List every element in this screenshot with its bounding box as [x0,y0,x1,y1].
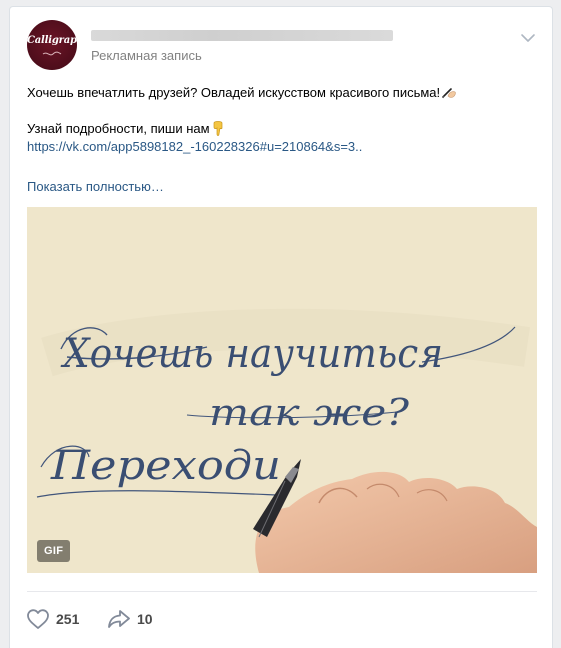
calligraphy-line-1: Хочешь научиться [60,331,443,377]
calligraphy-line-2: так же? [209,393,410,434]
author-avatar[interactable]: Calligraphy [27,20,77,70]
show-more-link[interactable]: Показать полностью… [27,179,164,194]
avatar-logo-text: Calligraphy [27,35,77,46]
post-text-line-2: Узнай подробности, пиши нам [27,120,537,138]
like-button[interactable]: 251 [26,608,79,630]
share-button[interactable]: 10 [107,608,153,630]
shares-count: 10 [137,611,153,627]
share-arrow-icon [108,610,130,628]
calligraphy-scene: Хочешь научиться так же? Переходи [27,207,537,573]
avatar-flourish-icon [42,51,62,56]
post-text: Хочешь впечатлить друзей? Овладей искусс… [27,84,537,156]
writing-hand-emoji-icon [442,88,456,99]
divider [27,591,537,592]
gif-media[interactable]: Хочешь научиться так же? Переходи GIF [27,207,537,573]
post-link[interactable]: https://vk.com/app5898182_-160228326#u=2… [27,138,537,156]
ad-post-card: Calligraphy Рекламная запись Хочешь впеч… [9,6,553,648]
author-name-redacted[interactable] [91,30,393,41]
gif-badge: GIF [37,540,71,562]
likes-count: 251 [56,611,80,627]
heart-icon [27,609,49,629]
point-down-emoji-icon [213,121,222,136]
ad-label: Рекламная запись [91,48,202,63]
chevron-down-icon[interactable] [520,33,536,43]
calligraphy-line-3: Переходи [50,443,281,489]
post-text-line-1: Хочешь впечатлить друзей? Овладей искусс… [27,84,537,102]
